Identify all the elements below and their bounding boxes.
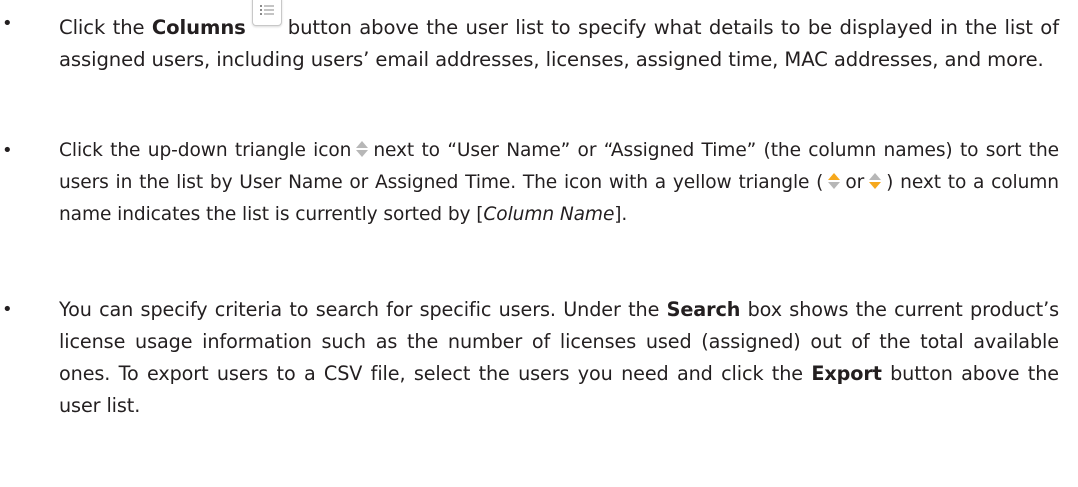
text-run: ]. bbox=[614, 204, 628, 225]
columns-label: Columns bbox=[151, 16, 246, 39]
sort-updown-gray-icon bbox=[355, 140, 369, 158]
bullet-marker: • bbox=[2, 13, 13, 34]
bullet-marker: • bbox=[2, 299, 13, 320]
list-item-text: Click the up-down triangle icon next to … bbox=[59, 135, 1059, 231]
list-item-text: Click the Columns button above the user … bbox=[59, 0, 1059, 76]
search-label: Search bbox=[666, 298, 741, 321]
sort-down-yellow-icon bbox=[868, 172, 882, 190]
export-label: Export bbox=[811, 362, 882, 385]
text-run: or bbox=[845, 172, 865, 193]
column-name-placeholder: Column Name bbox=[483, 204, 615, 225]
text-run: Click the bbox=[59, 16, 152, 39]
text-run: You can specify criteria to search for s… bbox=[59, 298, 667, 321]
document-page: • Click the Columns button above the use… bbox=[0, 0, 1078, 487]
list-item-text: You can specify criteria to search for s… bbox=[59, 294, 1059, 422]
bullet-marker: • bbox=[2, 140, 13, 161]
columns-list-icon bbox=[251, 0, 282, 26]
text-run: Click the up-down triangle icon bbox=[59, 140, 352, 161]
sort-up-yellow-icon bbox=[827, 172, 841, 190]
